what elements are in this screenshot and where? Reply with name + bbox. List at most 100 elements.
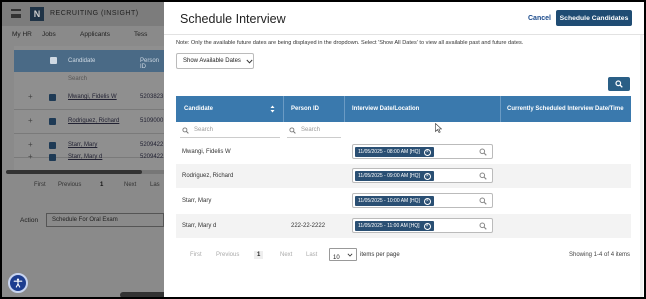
col-scheduled: Currently Scheduled Interview Date/Time — [507, 106, 624, 112]
candidate-search-placeholder: Search — [194, 127, 214, 133]
bg-grid: Candidate Person ID Search + Mwangi, Fid… — [14, 46, 166, 170]
person-id-search-input[interactable]: Search — [287, 124, 341, 138]
chevron-down-icon — [246, 59, 253, 64]
col-separator — [344, 96, 345, 122]
search-icon — [289, 127, 296, 134]
bg-search: Search — [68, 76, 88, 82]
person-id: 222-22-2222 — [291, 223, 326, 229]
bg-action-label: Action — [20, 217, 39, 224]
pager-first[interactable]: First — [190, 252, 202, 258]
table-row: Starr, Mary d 222-22-2222 11/05/2025 - 1… — [176, 214, 631, 238]
bg-grid-col: Candidate — [68, 58, 96, 64]
date-chip-label: 11/05/2025 - 08:00 AM [HQ] — [358, 149, 420, 155]
bg-nav-item: Applicants — [80, 31, 110, 38]
checkbox-icon — [49, 118, 56, 125]
show-dates-label: Show Available Dates — [183, 58, 241, 64]
col-separator — [500, 96, 501, 122]
date-chip-label: 11/05/2025 - 09:00 AM [HQ] — [358, 173, 420, 179]
filter-row: Search Search — [176, 122, 631, 140]
table-header: Candidate Person ID Interview Date/Locat… — [176, 96, 631, 122]
expand-icon: + — [28, 152, 33, 161]
bg-row-name: Rodriguez, Richard — [68, 118, 120, 124]
search-icon — [479, 222, 487, 230]
schedule-interview-modal: Schedule Interview Cancel Schedule Candi… — [164, 2, 644, 297]
remove-date-icon[interactable]: × — [423, 148, 431, 156]
interview-date-select[interactable]: 11/05/2025 - 10:00 AM [HQ] × — [352, 193, 493, 208]
person-id-search-placeholder: Search — [301, 127, 321, 133]
bg-grid-col: Person ID — [140, 58, 160, 70]
table-row: Starr, Mary 11/05/2025 - 10:00 AM [HQ] × — [176, 189, 631, 213]
date-chip-label: 11/05/2025 - 11:00 AM [HQ] — [358, 223, 420, 229]
bg-nav-item: My HR — [12, 31, 32, 38]
search-icon — [182, 127, 189, 134]
accessibility-button[interactable] — [8, 273, 28, 293]
table-row: Rodriguez, Richard 11/05/2025 - 09:00 AM… — [176, 164, 631, 188]
date-chip: 11/05/2025 - 11:00 AM [HQ] × — [355, 221, 434, 231]
bg-nav-item: Tess — [134, 31, 148, 38]
interview-date-select[interactable]: 11/05/2025 - 08:00 AM [HQ] × — [352, 144, 493, 159]
search-toggle-button[interactable] — [608, 77, 630, 91]
remove-date-icon[interactable]: × — [423, 172, 431, 180]
bg-scroll-thumb — [6, 170, 142, 174]
menu-icon — [11, 9, 21, 18]
interview-date-select[interactable]: 11/05/2025 - 09:00 AM [HQ] × — [352, 168, 493, 183]
bg-row: + Mwangi, Fidelis W 5203823 — [14, 86, 166, 110]
bg-pager-item: Las — [150, 182, 160, 188]
date-chip: 11/05/2025 - 10:00 AM [HQ] × — [355, 196, 434, 206]
mouse-cursor-icon — [435, 123, 442, 133]
bg-row-name: Starr, Mary d — [68, 154, 103, 160]
candidate-search-input[interactable]: Search — [180, 124, 280, 138]
divider — [164, 34, 644, 35]
candidate-name: Starr, Mary d — [182, 223, 217, 229]
search-icon — [479, 148, 487, 156]
pager-current[interactable]: 1 — [254, 251, 264, 259]
sort-icon[interactable] — [270, 105, 275, 113]
app-title: RECRUITING (INSIGHT) — [50, 10, 139, 17]
date-chip: 11/05/2025 - 08:00 AM [HQ] × — [355, 147, 434, 157]
bg-row-id: 5209422 — [140, 154, 164, 160]
checkbox-icon — [49, 94, 56, 101]
cancel-button[interactable]: Cancel — [528, 15, 551, 22]
modal-scrollbar[interactable] — [640, 35, 643, 297]
bg-row-id: 5109000 — [140, 118, 164, 124]
bg-pager-item: First — [34, 182, 46, 188]
pager-last[interactable]: Last — [306, 252, 317, 258]
remove-date-icon[interactable]: × — [423, 197, 431, 205]
page-size-select[interactable]: 10 — [329, 248, 357, 261]
bg-row-id: 5203823 — [140, 94, 164, 100]
checkbox-icon — [49, 154, 56, 161]
pager-next[interactable]: Next — [280, 252, 292, 258]
page-size-value: 10 — [333, 255, 340, 261]
schedule-candidates-button[interactable]: Schedule Candidates — [556, 10, 632, 26]
col-interview-date: Interview Date/Location — [352, 106, 420, 112]
date-chip: 11/05/2025 - 09:00 AM [HQ] × — [355, 171, 434, 181]
interview-date-select[interactable]: 11/05/2025 - 11:00 AM [HQ] × — [352, 218, 493, 233]
bg-action-select: Schedule For Oral Exam — [46, 213, 164, 227]
bg-row: + Rodriguez, Richard 5109000 — [14, 110, 166, 134]
modal-title: Schedule Interview — [180, 12, 286, 26]
search-icon — [479, 172, 487, 180]
items-per-page-label: items per page — [360, 252, 400, 258]
candidate-name: Mwangi, Fidelis W — [182, 149, 231, 155]
screen: N RECRUITING (INSIGHT) My HR Jobs Applic… — [2, 2, 644, 297]
bg-select-all-checkbox — [50, 57, 57, 64]
bg-pager-item: Previous — [58, 182, 82, 188]
bg-grid-header: Candidate Person ID — [14, 50, 166, 72]
accessibility-icon — [13, 278, 23, 288]
pager: First Previous 1 Next Last 10 items per … — [176, 246, 631, 264]
bg-row: + Starr, Mary d 5209422 — [14, 146, 166, 170]
remove-date-icon[interactable]: × — [423, 222, 431, 230]
chevron-down-icon — [347, 253, 353, 257]
bg-nav-item: Jobs — [42, 31, 56, 38]
date-chip-label: 11/05/2025 - 10:00 AM [HQ] — [358, 198, 420, 204]
col-candidate[interactable]: Candidate — [184, 106, 213, 112]
col-separator — [283, 96, 284, 122]
show-dates-dropdown[interactable]: Show Available Dates — [176, 53, 254, 69]
col-person-id: Person ID — [291, 106, 320, 112]
search-icon — [615, 80, 623, 88]
bg-row-name: Mwangi, Fidelis W — [68, 94, 117, 100]
candidate-name: Rodriguez, Richard — [182, 173, 234, 179]
note-text: Note: Only the available future dates ar… — [176, 40, 524, 46]
bg-pager-item: 1 — [100, 182, 104, 188]
pager-previous[interactable]: Previous — [216, 252, 239, 258]
